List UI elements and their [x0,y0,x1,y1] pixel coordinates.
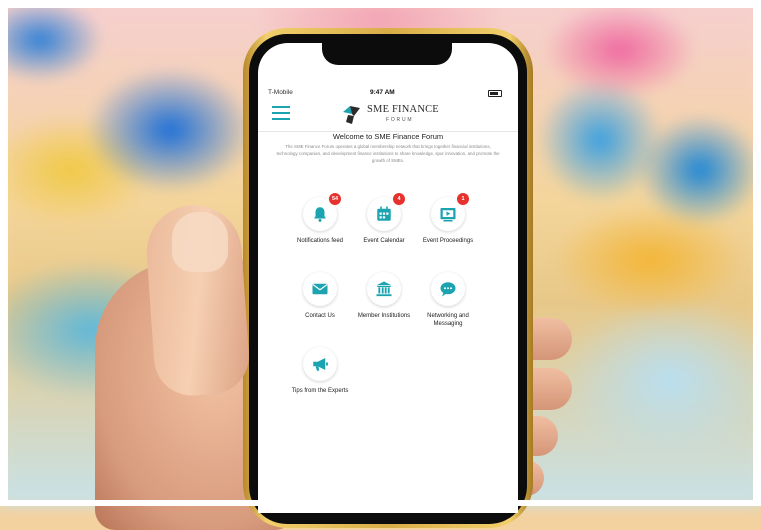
tile-contact-us[interactable]: Contact Us [285,272,355,320]
tile-label: Event Proceedings [422,238,474,244]
hamburger-menu-icon[interactable] [272,105,290,121]
tile-label: Networking and Messaging [427,313,469,327]
clock-label: 9:47 AM [370,89,395,96]
calendar-icon [377,206,391,221]
left-border [0,0,8,506]
notification-badge: 54 [329,193,341,205]
tile-label: Member Institutions [357,313,411,319]
tile-icon-circle: 54 [303,193,341,231]
logo-mark-icon [343,106,360,124]
notification-badge: 1 [457,193,469,205]
right-border [753,0,761,506]
tile-label: Contact Us [305,313,335,319]
carrier-label: T-Mobile [268,89,293,96]
thumbnail [172,212,228,272]
tile-event-proceedings[interactable]: 1 Event Proceedings [413,193,483,245]
phone-screen: T-Mobile 9:47 AM SME FINANCE FORUM Welco… [258,43,518,513]
tile-icon-circle [303,272,337,306]
tile-networking-messaging[interactable]: Networking and Messaging [413,272,483,328]
app-header: SME FINANCE FORUM [258,97,518,132]
tile-label: Notifications feed [296,238,344,244]
notification-badge: 4 [393,193,405,205]
tile-member-institutions[interactable]: Member Institutions [349,272,419,320]
tile-label: Event Calendar [363,238,405,244]
tile-icon-circle [367,272,401,306]
video-icon [440,208,456,222]
tile-notifications-feed[interactable]: 54 Notifications feed [285,193,355,245]
tile-icon-circle: 1 [431,193,469,231]
welcome-heading: Welcome to SME Finance Forum [332,132,444,141]
chat-bubble-icon [440,282,456,297]
intro-description: The SME Finance Forum operates a global … [276,144,500,163]
bell-icon [314,207,326,222]
tile-icon-circle [431,272,465,306]
megaphone-icon [313,358,328,371]
battery-icon [488,90,502,97]
tile-label: Tips from the Experts [291,388,349,394]
logo-title: SME FINANCE [367,104,439,115]
sme-finance-logo: SME FINANCE FORUM [340,100,450,128]
phone-notch [322,43,452,65]
tile-icon-circle [303,347,337,381]
tile-icon-circle: 4 [367,193,405,231]
envelope-icon [312,283,328,295]
tile-tips-from-experts[interactable]: Tips from the Experts [285,347,355,395]
logo-subtitle: FORUM [386,117,414,123]
bank-icon [376,281,392,297]
top-border [0,0,761,8]
tile-event-calendar[interactable]: 4 Event Calendar [349,193,419,245]
bottom-border [0,500,761,506]
